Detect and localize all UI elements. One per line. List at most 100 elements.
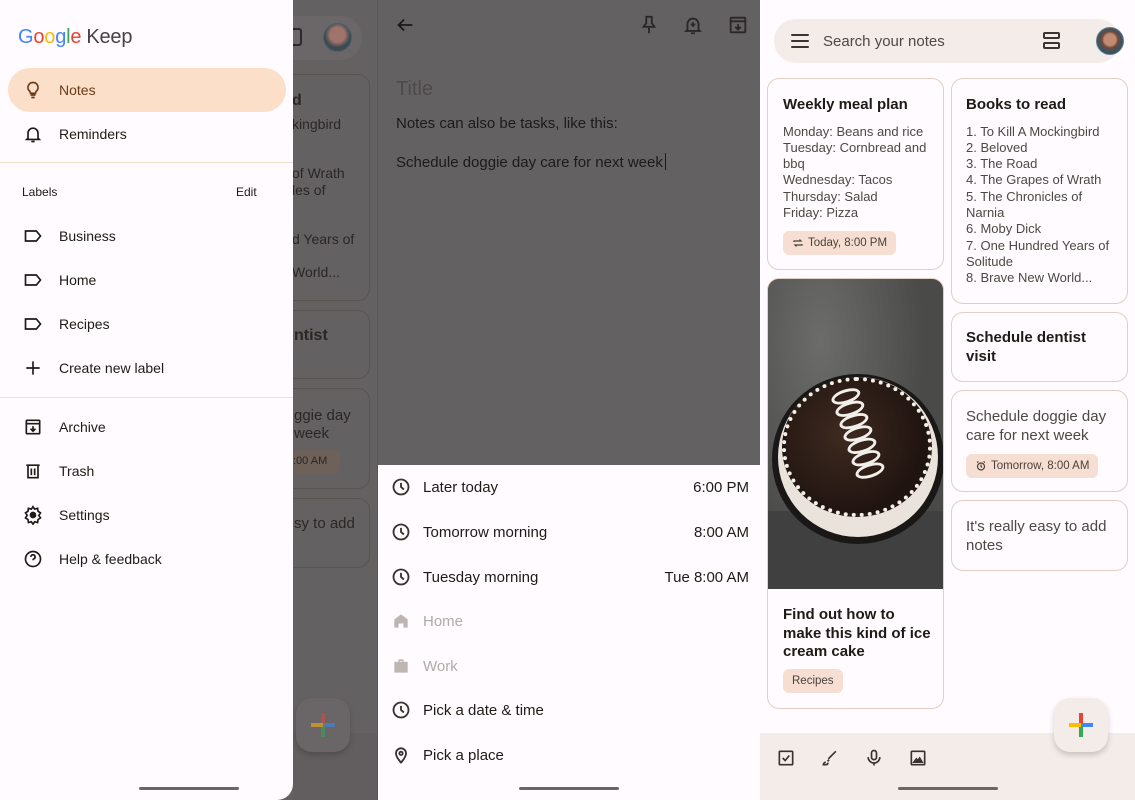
view-toggle-icon[interactable]: [1043, 32, 1060, 50]
home-indicator[interactable]: [519, 787, 619, 790]
reminder-option-pick-date-time[interactable]: Pick a date & time: [378, 688, 760, 732]
note-card-books-to-read[interactable]: Books to read 1. To Kill A Mockingbird 2…: [951, 78, 1128, 304]
dimmed-note-line: ggie day: [294, 407, 351, 424]
pin-icon: [641, 15, 657, 34]
search-bar[interactable]: Search your notes: [774, 19, 1124, 63]
option-time: 8:00 AM: [693, 523, 749, 541]
brush-icon: [822, 750, 837, 766]
option-label: Tuesday morning: [423, 568, 539, 586]
note-card-ice-cream-cake[interactable]: Find out how to make this kind of ice cr…: [767, 278, 944, 709]
dimmed-new-note-fab: [296, 698, 350, 752]
new-list-button[interactable]: [775, 747, 797, 769]
microphone-icon: [867, 749, 881, 766]
note-card-easy-to-add[interactable]: It's really easy to add notes: [951, 500, 1128, 571]
reminder-option-later-today[interactable]: Later today 6:00 PM: [378, 465, 760, 509]
bell-icon: [22, 123, 44, 145]
home-indicator[interactable]: [898, 787, 998, 790]
plus-icon: [22, 357, 44, 379]
nav-item-notes[interactable]: Notes: [8, 68, 286, 112]
gear-icon: [22, 504, 44, 526]
note-title: Schedule dentist visit: [966, 329, 1087, 365]
nav-item-label: Trash: [59, 463, 95, 479]
nav-item-label: Archive: [59, 419, 106, 435]
note-line: 7. One Hundred Years of Solitude: [966, 237, 1110, 269]
location-pin-icon: [390, 744, 412, 766]
arrow-left-icon: [397, 18, 413, 32]
navigation-drawer: Google Keep Notes Reminders Labels Edit B…: [0, 0, 293, 800]
reminder-chip[interactable]: Tomorrow, 8:00 AM: [966, 454, 1099, 478]
logo-letter: e: [70, 26, 82, 48]
archive-button[interactable]: [727, 14, 749, 38]
nav-item-label-business[interactable]: Business: [8, 214, 286, 258]
nav-item-settings[interactable]: Settings: [8, 493, 286, 537]
option-label: Tomorrow morning: [423, 523, 548, 541]
note-body-line[interactable]: Schedule doggie day care for next week: [396, 153, 666, 171]
option-label: Work: [423, 657, 458, 675]
title-input[interactable]: Title: [396, 78, 433, 101]
reminder-option-pick-place[interactable]: Pick a place: [378, 733, 760, 777]
nav-item-trash[interactable]: Trash: [8, 449, 286, 493]
note-card-dentist[interactable]: Schedule dentist visit: [951, 312, 1128, 382]
text-caret: [664, 153, 666, 170]
note-line: 1. To Kill A Mockingbird: [966, 123, 1100, 139]
clock-icon: [390, 699, 412, 721]
option-label: Later today: [423, 478, 499, 496]
logo-letter: o: [33, 26, 45, 48]
hamburger-menu-icon[interactable]: [791, 34, 809, 48]
help-icon: [22, 548, 44, 570]
reminder-option-home: Home: [378, 599, 760, 643]
option-label: Home: [423, 612, 464, 630]
bell-plus-icon: [683, 17, 703, 35]
nav-item-help-feedback[interactable]: Help & feedback: [8, 537, 286, 581]
archive-icon: [22, 416, 44, 438]
note-body-text: Schedule doggie day care for next week: [396, 154, 663, 171]
dimmed-avatar: [323, 23, 352, 52]
create-new-label-button[interactable]: Create new label: [8, 346, 286, 390]
note-text: Schedule doggie day care for next week: [966, 408, 1107, 444]
nav-item-label: Reminders: [59, 126, 127, 142]
note-body-line[interactable]: Notes can also be tasks, like this:: [396, 115, 618, 132]
editor-screen: Title Notes can also be tasks, like this…: [377, 0, 760, 800]
nav-item-label: Recipes: [59, 316, 110, 332]
note-line: Monday: Beans and rice: [783, 123, 924, 139]
nav-item-label: Help & feedback: [59, 551, 162, 567]
label-icon: [22, 225, 44, 247]
pin-button[interactable]: [638, 14, 660, 38]
divider: [0, 162, 293, 163]
note-card-doggie-day-care[interactable]: Schedule doggie day care for next week T…: [951, 390, 1128, 492]
reminder-chip[interactable]: Today, 8:00 PM: [783, 231, 897, 256]
lightbulb-icon: [22, 79, 44, 101]
reminder-option-tuesday-morning[interactable]: Tuesday morning Tue 8:00 AM: [378, 555, 760, 599]
label-chip-recipes[interactable]: Recipes: [783, 669, 843, 693]
nav-item-reminders[interactable]: Reminders: [8, 112, 286, 156]
nav-item-label-home[interactable]: Home: [8, 258, 286, 302]
dimmed-note-title: ntist: [294, 327, 328, 344]
reminder-option-tomorrow-morning[interactable]: Tomorrow morning 8:00 AM: [378, 510, 760, 554]
new-drawing-button[interactable]: [819, 747, 841, 769]
note-line: 4. The Grapes of Wrath: [966, 172, 1102, 188]
edit-labels-button[interactable]: Edit: [236, 185, 257, 199]
option-time: 6:00 PM: [693, 478, 749, 496]
new-image-note-button[interactable]: [907, 747, 929, 769]
new-audio-note-button[interactable]: [863, 747, 885, 769]
add-reminder-button[interactable]: [682, 14, 704, 38]
logo-product-name: Keep: [86, 26, 133, 48]
note-line: Wednesday: Tacos: [783, 172, 893, 188]
nav-item-label: Create new label: [59, 360, 165, 376]
note-text: It's really easy to add notes: [966, 518, 1107, 554]
plus-icon: [311, 713, 335, 737]
clock-icon: [390, 566, 412, 588]
image-icon: [910, 750, 926, 766]
search-input[interactable]: Search your notes: [823, 33, 945, 50]
option-label: Pick a place: [423, 746, 504, 764]
nav-item-archive[interactable]: Archive: [8, 405, 286, 449]
note-line: 5. The Chronicles of Narnia: [966, 188, 1083, 220]
nav-item-label-recipes[interactable]: Recipes: [8, 302, 286, 346]
back-button[interactable]: [394, 14, 416, 38]
avatar[interactable]: [1096, 27, 1124, 55]
note-card-weekly-meal-plan[interactable]: Weekly meal plan Monday: Beans and rice …: [767, 78, 944, 270]
home-indicator[interactable]: [139, 787, 239, 790]
drawer-screen: d kingbird of Wrath les of d Years of Wo…: [0, 0, 377, 800]
note-line: 8. Brave New World...: [966, 270, 1093, 286]
new-note-fab[interactable]: [1054, 698, 1108, 752]
